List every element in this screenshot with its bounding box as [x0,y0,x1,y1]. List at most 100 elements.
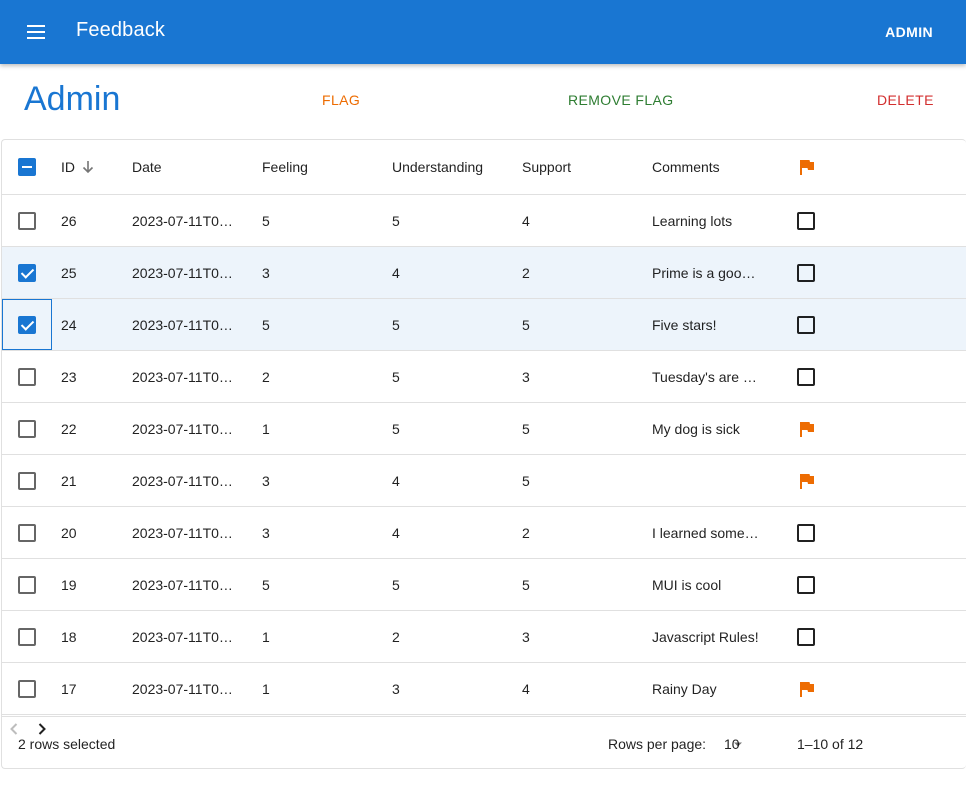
cell-understanding[interactable]: 4 [392,247,512,298]
row-checkbox[interactable] [18,523,36,542]
cell-flag[interactable] [797,663,827,714]
cell-understanding[interactable]: 2 [392,611,512,662]
cell-flag[interactable] [797,351,827,402]
cell-comments[interactable]: Tuesday's are … [652,351,767,402]
cell-comments[interactable]: I learned some… [652,507,767,558]
cell-support[interactable]: 2 [522,507,632,558]
cell-understanding[interactable]: 3 [392,663,512,714]
arrow-down-icon[interactable] [81,160,95,174]
cell-date[interactable]: 2023-07-11T0… [132,195,242,246]
cell-support[interactable]: 3 [522,611,632,662]
cell-comments[interactable]: Five stars! [652,299,767,350]
flag-checkbox[interactable] [797,315,815,334]
cell-flag[interactable] [797,611,827,662]
cell-id[interactable]: 21 [61,455,121,506]
remove-flag-button[interactable]: REMOVE FLAG [568,92,674,108]
row-checkbox[interactable] [18,627,36,646]
cell-feeling[interactable]: 5 [262,559,372,610]
cell-support[interactable]: 5 [522,299,632,350]
column-header-id[interactable]: ID [61,140,121,194]
cell-id[interactable]: 22 [61,403,121,454]
cell-date[interactable]: 2023-07-11T0… [132,611,242,662]
cell-id[interactable]: 19 [61,559,121,610]
cell-feeling[interactable]: 2 [262,351,372,402]
flag-checkbox[interactable] [797,627,815,646]
cell-comments[interactable]: Rainy Day [652,663,767,714]
row-checkbox[interactable] [18,679,36,698]
cell-comments[interactable]: Javascript Rules! [652,611,767,662]
cell-date[interactable]: 2023-07-11T0… [132,663,242,714]
column-header-feeling[interactable]: Feeling [262,140,372,194]
flag-icon[interactable] [797,680,815,698]
table-row[interactable]: 25 2023-07-11T0… 3 4 2 Prime is a goo… [2,247,966,299]
column-header-flag[interactable] [797,140,827,194]
cell-date[interactable]: 2023-07-11T0… [132,455,242,506]
column-header-support[interactable]: Support [522,140,632,194]
cell-feeling[interactable]: 1 [262,611,372,662]
flag-checkbox[interactable] [797,211,815,230]
cell-id[interactable]: 18 [61,611,121,662]
table-row[interactable]: 23 2023-07-11T0… 2 5 3 Tuesday's are … [2,351,966,403]
select-all-checkbox[interactable] [18,158,36,176]
admin-nav-link[interactable]: ADMIN [885,24,933,40]
cell-feeling[interactable]: 3 [262,455,372,506]
cell-feeling[interactable]: 3 [262,247,372,298]
cell-support[interactable]: 3 [522,351,632,402]
cell-date[interactable]: 2023-07-11T0… [132,507,242,558]
cell-comments[interactable] [652,455,767,506]
cell-id[interactable]: 23 [61,351,121,402]
cell-date[interactable]: 2023-07-11T0… [132,299,242,350]
row-checkbox[interactable] [18,419,36,438]
row-checkbox[interactable] [18,315,36,334]
table-row[interactable]: 22 2023-07-11T0… 1 5 5 My dog is sick [2,403,966,455]
delete-button[interactable]: DELETE [877,92,934,108]
column-header-comments[interactable]: Comments [652,140,767,194]
cell-understanding[interactable]: 5 [392,195,512,246]
row-checkbox[interactable] [18,263,36,282]
cell-understanding[interactable]: 4 [392,507,512,558]
cell-understanding[interactable]: 5 [392,559,512,610]
table-row[interactable]: 26 2023-07-11T0… 5 5 4 Learning lots [2,195,966,247]
cell-comments[interactable]: Learning lots [652,195,767,246]
table-row[interactable]: 20 2023-07-11T0… 3 4 2 I learned some… [2,507,966,559]
row-checkbox[interactable] [18,211,36,230]
cell-flag[interactable] [797,247,827,298]
cell-id[interactable]: 25 [61,247,121,298]
cell-understanding[interactable]: 5 [392,351,512,402]
table-row[interactable]: 21 2023-07-11T0… 3 4 5 [2,455,966,507]
cell-support[interactable]: 5 [522,559,632,610]
flag-icon[interactable] [797,472,815,490]
cell-feeling[interactable]: 5 [262,195,372,246]
table-row[interactable]: 18 2023-07-11T0… 1 2 3 Javascript Rules! [2,611,966,663]
cell-id[interactable]: 24 [61,299,121,350]
flag-checkbox[interactable] [797,367,815,386]
flag-checkbox[interactable] [797,263,815,282]
cell-feeling[interactable]: 1 [262,403,372,454]
row-checkbox[interactable] [18,367,36,386]
rows-per-page-select[interactable]: 10 [724,734,748,754]
cell-understanding[interactable]: 5 [392,299,512,350]
cell-support[interactable]: 5 [522,455,632,506]
flag-checkbox[interactable] [797,575,815,594]
cell-support[interactable]: 4 [522,663,632,714]
cell-feeling[interactable]: 5 [262,299,372,350]
table-row[interactable]: 19 2023-07-11T0… 5 5 5 MUI is cool [2,559,966,611]
flag-icon[interactable] [797,420,815,438]
cell-date[interactable]: 2023-07-11T0… [132,351,242,402]
menu-button[interactable] [16,12,56,52]
row-checkbox[interactable] [18,471,36,490]
cell-understanding[interactable]: 5 [392,403,512,454]
cell-id[interactable]: 17 [61,663,121,714]
cell-flag[interactable] [797,403,827,454]
cell-comments[interactable]: My dog is sick [652,403,767,454]
cell-flag[interactable] [797,507,827,558]
cell-support[interactable]: 2 [522,247,632,298]
cell-feeling[interactable]: 1 [262,663,372,714]
cell-date[interactable]: 2023-07-11T0… [132,403,242,454]
cell-id[interactable]: 26 [61,195,121,246]
column-header-understanding[interactable]: Understanding [392,140,512,194]
table-row[interactable]: 17 2023-07-11T0… 1 3 4 Rainy Day [2,663,966,715]
cell-understanding[interactable]: 4 [392,455,512,506]
cell-date[interactable]: 2023-07-11T0… [132,559,242,610]
table-row[interactable]: 24 2023-07-11T0… 5 5 5 Five stars! [2,299,966,351]
